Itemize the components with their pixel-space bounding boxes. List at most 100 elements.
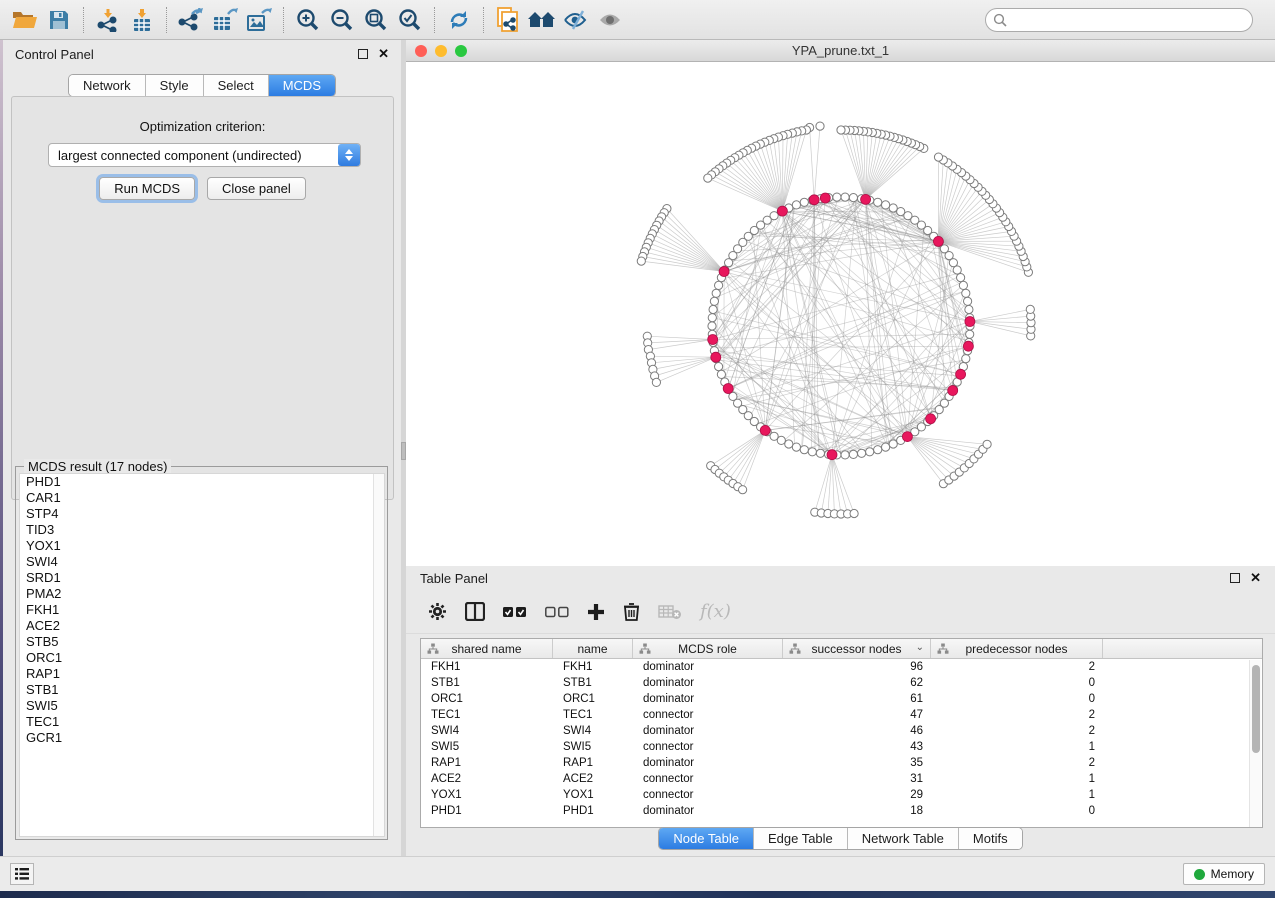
optimization-criterion-label: Optimization criterion: bbox=[12, 119, 393, 134]
show-columns-icon[interactable] bbox=[465, 602, 485, 621]
select-all-checkboxes-icon[interactable] bbox=[503, 606, 527, 618]
table-cell: RAP1 bbox=[553, 757, 633, 769]
zoom-out-icon[interactable] bbox=[325, 5, 359, 35]
search-input-wrap[interactable] bbox=[985, 8, 1253, 32]
show-all-icon[interactable] bbox=[593, 5, 627, 35]
table-cell: 35 bbox=[783, 757, 931, 769]
mcds-result-item[interactable]: CAR1 bbox=[20, 490, 384, 506]
network-graph[interactable] bbox=[406, 62, 1275, 565]
clone-network-icon[interactable] bbox=[491, 5, 525, 35]
settings-gear-icon[interactable] bbox=[428, 602, 447, 621]
table-row[interactable]: SWI5SWI5connector431 bbox=[421, 739, 1262, 755]
mcds-result-item[interactable]: STP4 bbox=[20, 506, 384, 522]
run-mcds-button[interactable]: Run MCDS bbox=[99, 177, 195, 200]
table-cell: 0 bbox=[931, 805, 1103, 817]
table-row[interactable]: SWI4SWI4dominator462 bbox=[421, 723, 1262, 739]
mcds-result-item[interactable]: SWI4 bbox=[20, 554, 384, 570]
table-row[interactable]: YOX1YOX1connector291 bbox=[421, 787, 1262, 803]
table-scrollbar[interactable] bbox=[1249, 660, 1261, 827]
mcds-result-item[interactable]: STB5 bbox=[20, 634, 384, 650]
node-table: shared namenameMCDS rolesuccessor nodes⌄… bbox=[420, 638, 1263, 828]
add-row-icon[interactable] bbox=[587, 603, 605, 621]
table-cell: TEC1 bbox=[421, 709, 553, 721]
table-row[interactable]: TEC1TEC1connector472 bbox=[421, 707, 1262, 723]
table-scrollbar-thumb[interactable] bbox=[1252, 665, 1260, 753]
mcds-result-item[interactable]: FKH1 bbox=[20, 602, 384, 618]
column-header-predecessor-nodes[interactable]: predecessor nodes bbox=[931, 639, 1103, 658]
mcds-result-item[interactable]: PHD1 bbox=[20, 474, 384, 490]
close-panel-icon[interactable]: ✕ bbox=[1250, 573, 1261, 583]
main-toolbar bbox=[0, 0, 1275, 40]
table-cell: SWI5 bbox=[421, 741, 553, 753]
deselect-all-checkboxes-icon[interactable] bbox=[545, 606, 569, 618]
search-input[interactable] bbox=[1007, 11, 1252, 29]
tab-mcds[interactable]: MCDS bbox=[269, 75, 335, 96]
tab-node-table[interactable]: Node Table bbox=[659, 828, 754, 849]
zoom-selected-icon[interactable] bbox=[393, 5, 427, 35]
tab-select[interactable]: Select bbox=[204, 75, 269, 96]
table-cell: TEC1 bbox=[553, 709, 633, 721]
open-folder-icon[interactable] bbox=[8, 5, 42, 35]
export-table-icon[interactable] bbox=[208, 5, 242, 35]
table-cell: STB1 bbox=[553, 677, 633, 689]
hide-selected-icon[interactable] bbox=[559, 5, 593, 35]
tab-style[interactable]: Style bbox=[146, 75, 204, 96]
tab-network-table[interactable]: Network Table bbox=[848, 828, 959, 849]
mcds-result-item[interactable]: YOX1 bbox=[20, 538, 384, 554]
network-titlebar[interactable]: YPA_prune.txt_1 bbox=[406, 40, 1275, 62]
optimization-criterion-dropdown[interactable]: largest connected component (undirected) bbox=[48, 143, 361, 167]
float-panel-icon[interactable] bbox=[1230, 573, 1240, 583]
toolbar-separator bbox=[283, 7, 284, 33]
close-panel-icon[interactable]: ✕ bbox=[378, 49, 389, 59]
close-panel-button[interactable]: Close panel bbox=[207, 177, 306, 200]
export-image-icon[interactable] bbox=[242, 5, 276, 35]
delete-row-icon[interactable] bbox=[623, 602, 640, 621]
mcds-result-group: MCDS result (17 nodes) PHD1CAR1STP4TID3Y… bbox=[15, 466, 388, 840]
table-cell: SWI5 bbox=[553, 741, 633, 753]
import-table-icon[interactable] bbox=[125, 5, 159, 35]
tab-network[interactable]: Network bbox=[69, 75, 146, 96]
table-row[interactable]: PHD1PHD1dominator180 bbox=[421, 803, 1262, 819]
save-icon[interactable] bbox=[42, 5, 76, 35]
mcds-result-list[interactable]: PHD1CAR1STP4TID3YOX1SWI4SRD1PMA2FKH1ACE2… bbox=[19, 473, 385, 837]
zoom-in-icon[interactable] bbox=[291, 5, 325, 35]
table-row[interactable]: RAP1RAP1dominator352 bbox=[421, 755, 1262, 771]
table-row[interactable]: FKH1FKH1dominator962 bbox=[421, 659, 1262, 675]
show-panels-button[interactable] bbox=[10, 863, 34, 885]
float-panel-icon[interactable] bbox=[358, 49, 368, 59]
table-cell: connector bbox=[633, 789, 783, 801]
first-neighbors-icon[interactable] bbox=[525, 5, 559, 35]
zoom-fit-icon[interactable] bbox=[359, 5, 393, 35]
table-cell: ORC1 bbox=[553, 693, 633, 705]
mcds-result-item[interactable]: RAP1 bbox=[20, 666, 384, 682]
table-row[interactable]: STB1STB1dominator620 bbox=[421, 675, 1262, 691]
column-header-shared-name[interactable]: shared name bbox=[421, 639, 553, 658]
mcds-tab-content: Optimization criterion: largest connecte… bbox=[11, 96, 394, 500]
mcds-result-item[interactable]: SWI5 bbox=[20, 698, 384, 714]
table-row[interactable]: ORC1ORC1dominator610 bbox=[421, 691, 1262, 707]
mcds-result-item[interactable]: ORC1 bbox=[20, 650, 384, 666]
mcds-result-item[interactable]: TID3 bbox=[20, 522, 384, 538]
memory-button[interactable]: Memory bbox=[1183, 863, 1265, 885]
column-header-successor-nodes[interactable]: successor nodes⌄ bbox=[783, 639, 931, 658]
network-canvas[interactable] bbox=[406, 62, 1275, 565]
column-header-MCDS-role[interactable]: MCDS role bbox=[633, 639, 783, 658]
tab-motifs[interactable]: Motifs bbox=[959, 828, 1022, 849]
table-row[interactable]: ACE2ACE2connector311 bbox=[421, 771, 1262, 787]
table-cell: dominator bbox=[633, 693, 783, 705]
mcds-result-item[interactable]: ACE2 bbox=[20, 618, 384, 634]
import-network-icon[interactable] bbox=[91, 5, 125, 35]
mcds-result-item[interactable]: SRD1 bbox=[20, 570, 384, 586]
column-header-name[interactable]: name bbox=[553, 639, 633, 658]
mcds-result-item[interactable]: PMA2 bbox=[20, 586, 384, 602]
table-cell: connector bbox=[633, 773, 783, 785]
result-list-scrollbar[interactable] bbox=[373, 474, 384, 836]
refresh-layout-icon[interactable] bbox=[442, 5, 476, 35]
mcds-result-item[interactable]: STB1 bbox=[20, 682, 384, 698]
table-toolbar: f(x) bbox=[406, 590, 1275, 634]
status-bar: Memory bbox=[0, 856, 1275, 891]
tab-edge-table[interactable]: Edge Table bbox=[754, 828, 848, 849]
mcds-result-item[interactable]: TEC1 bbox=[20, 714, 384, 730]
mcds-result-item[interactable]: GCR1 bbox=[20, 730, 384, 746]
export-network-icon[interactable] bbox=[174, 5, 208, 35]
